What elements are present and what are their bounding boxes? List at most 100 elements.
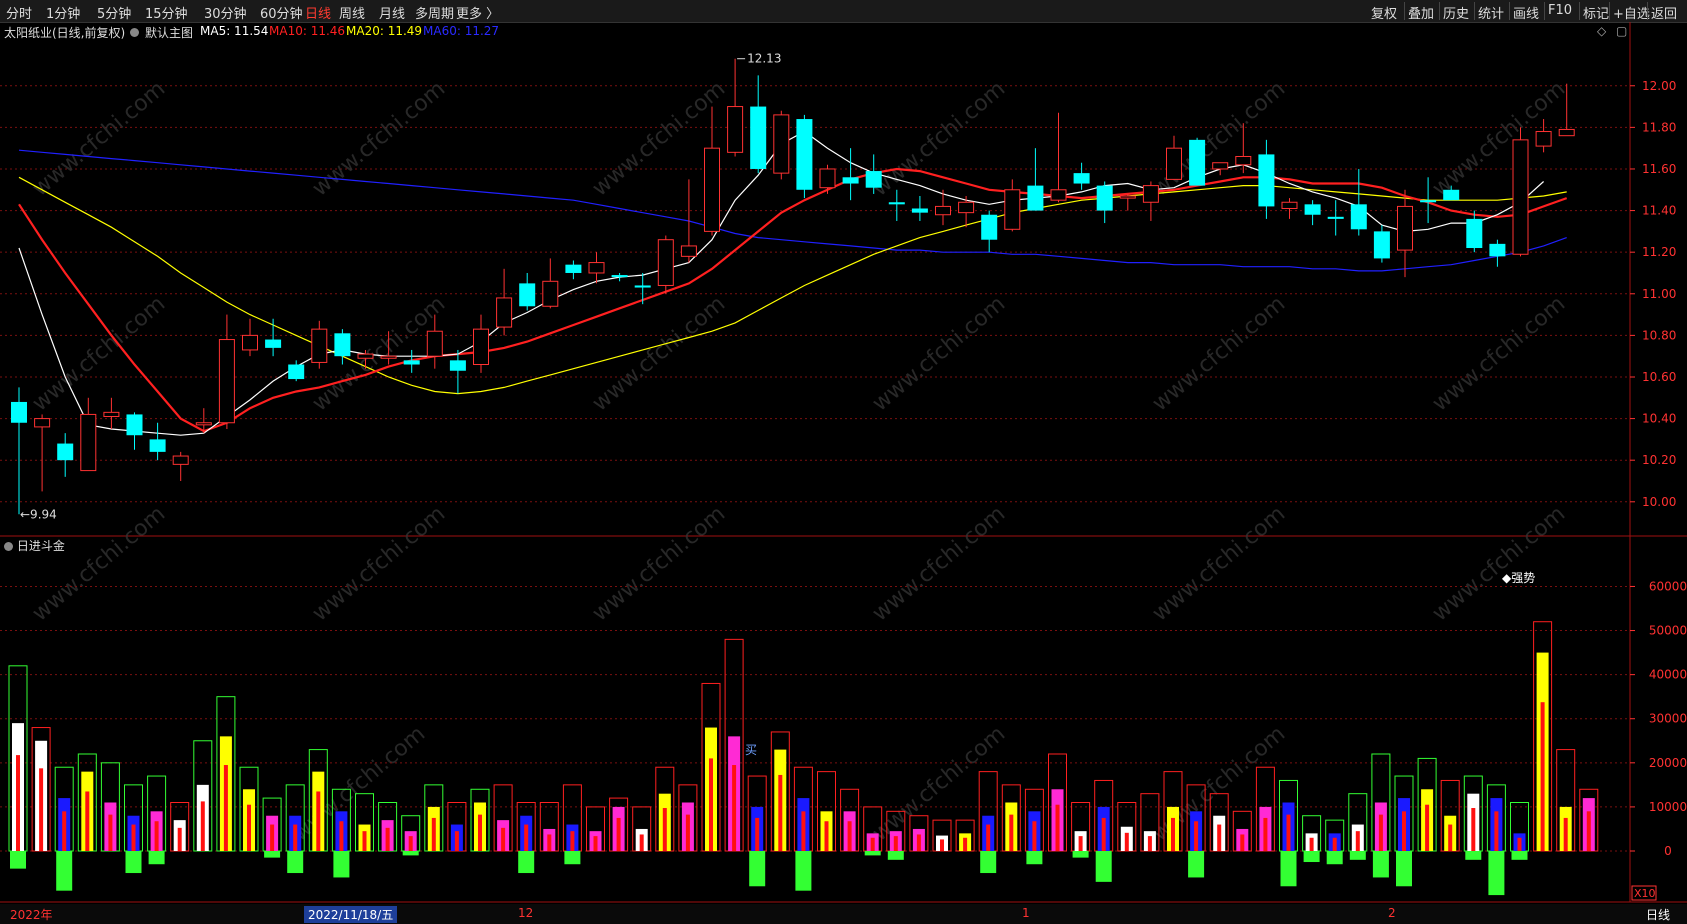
month-1-label: 1	[1022, 906, 1030, 920]
indicator-settings-icon[interactable]	[4, 542, 13, 551]
indicator-bar-core	[1101, 817, 1106, 851]
watermark-text: www.cfchi.com	[588, 291, 730, 416]
candle	[750, 75, 767, 174]
indicator-bar	[1024, 788, 1044, 865]
toolbar-separator	[1404, 2, 1405, 20]
indicator-bar-core	[524, 824, 529, 851]
indicator-bar-core	[316, 791, 321, 851]
candle	[634, 272, 651, 305]
indicator-bar-core	[1194, 821, 1199, 851]
indicator-bar	[8, 665, 28, 869]
price-tick-label: 12.00	[1642, 79, 1676, 93]
indicator-bar-core	[570, 831, 575, 851]
indicator-tick-label: 40000	[1649, 668, 1687, 682]
candle-body	[911, 208, 928, 213]
toolbar-action-0[interactable]: 复权	[1371, 3, 1397, 22]
indicator-bar	[216, 696, 236, 852]
period-tab-7[interactable]: 周线	[339, 3, 365, 22]
price-tick-label: 11.80	[1642, 120, 1676, 134]
period-tab-0[interactable]: 分时	[6, 3, 32, 22]
indicator-bar-negative	[887, 851, 904, 860]
candle-body	[634, 285, 651, 288]
indicator-bar	[447, 802, 467, 852]
toolbar-separator	[1579, 2, 1580, 20]
toolbar-action-3[interactable]: 统计	[1478, 3, 1504, 22]
watermark-text: www.cfchi.com	[1148, 501, 1290, 626]
watermark-text: www.cfchi.com	[28, 76, 170, 201]
period-tab-6[interactable]: 日线	[305, 3, 331, 22]
toolbar-action-6[interactable]: 标记	[1583, 3, 1609, 22]
indicator-bar-core	[801, 811, 806, 851]
indicator-bar-core	[1286, 814, 1291, 851]
toolbar-action-1[interactable]: 叠加	[1408, 3, 1434, 22]
watermark-text: www.cfchi.com	[588, 501, 730, 626]
indicator-bar-core	[824, 821, 829, 851]
candle	[611, 272, 628, 282]
indicator-bar-core	[1217, 824, 1222, 851]
indicator-bar	[239, 766, 259, 852]
indicator-bar	[77, 753, 97, 852]
candle-body	[1327, 216, 1344, 219]
candle-body	[796, 119, 813, 190]
indicator-bar-negative	[287, 851, 304, 874]
indicator-bar	[355, 793, 374, 852]
indicator-bar-core	[154, 821, 159, 851]
candle-body	[334, 333, 351, 357]
period-tab-4[interactable]: 30分钟	[204, 3, 247, 22]
indicator-bar	[793, 766, 813, 891]
candle-body	[1512, 139, 1529, 255]
toolbar-separator	[1647, 2, 1648, 20]
toolbar-action-2[interactable]: 历史	[1443, 3, 1469, 22]
toolbar-action-7[interactable]: +自选	[1613, 3, 1650, 22]
indicator-bar	[632, 806, 652, 852]
candle-body	[1443, 189, 1460, 201]
indicator-bar-core	[1540, 702, 1545, 851]
candle	[842, 148, 859, 201]
candle	[1096, 181, 1113, 224]
toolbar-separator	[1439, 2, 1440, 20]
indicator-bar-core	[1425, 804, 1430, 851]
toolbar-action-4[interactable]: 画线	[1513, 3, 1539, 22]
candle	[819, 164, 836, 194]
candle-body	[1004, 189, 1021, 230]
candle-body	[657, 239, 674, 286]
indicator-bar-core	[1032, 821, 1037, 851]
indicator-bar-core	[1055, 804, 1060, 851]
candle-body	[727, 106, 744, 153]
candle-body	[1212, 162, 1229, 170]
watermark-text: www.cfchi.com	[1148, 291, 1290, 416]
watermark-text: www.cfchi.com	[868, 501, 1010, 626]
period-label: 日线	[1646, 908, 1671, 922]
indicator-bar-negative	[564, 851, 581, 865]
candle	[496, 268, 513, 336]
candle-body	[1466, 218, 1483, 249]
price-tick-label: 10.80	[1642, 328, 1676, 342]
price-tick-label: 11.20	[1642, 245, 1676, 259]
indicator-bar-core	[1355, 831, 1360, 851]
chart-area[interactable]: 12.00 11.80 11.60 11.40 11.20 11.00 10.80 10.60…	[0, 22, 1687, 904]
period-tab-2[interactable]: 5分钟	[97, 3, 131, 22]
indicator-bar	[747, 775, 767, 887]
indicator-bar	[1463, 775, 1483, 860]
indicator-bar-core	[385, 827, 390, 851]
candle	[473, 314, 489, 373]
toolbar-action-8[interactable]: 返回	[1651, 3, 1677, 22]
period-tab-10[interactable]: 更多 〉	[456, 3, 499, 22]
toolbar-action-5[interactable]: F10	[1548, 3, 1572, 18]
indicator-bar-negative	[1349, 851, 1366, 860]
period-tab-8[interactable]: 月线	[379, 3, 405, 22]
indicator-bar	[539, 802, 559, 852]
period-tab-3[interactable]: 15分钟	[145, 3, 188, 22]
candle-body	[958, 201, 975, 214]
watermark-text: www.cfchi.com	[308, 501, 450, 626]
candle	[1512, 127, 1529, 257]
candle	[1489, 239, 1506, 267]
candle-body	[888, 202, 905, 205]
period-tab-9[interactable]: 多周期	[415, 3, 454, 22]
candle	[311, 320, 328, 369]
period-tab-1[interactable]: 1分钟	[46, 3, 80, 22]
indicator-bar	[1510, 802, 1529, 860]
period-tab-5[interactable]: 60分钟	[260, 3, 303, 22]
indicator-bar	[1071, 802, 1091, 858]
indicator-bar-core	[963, 837, 968, 851]
